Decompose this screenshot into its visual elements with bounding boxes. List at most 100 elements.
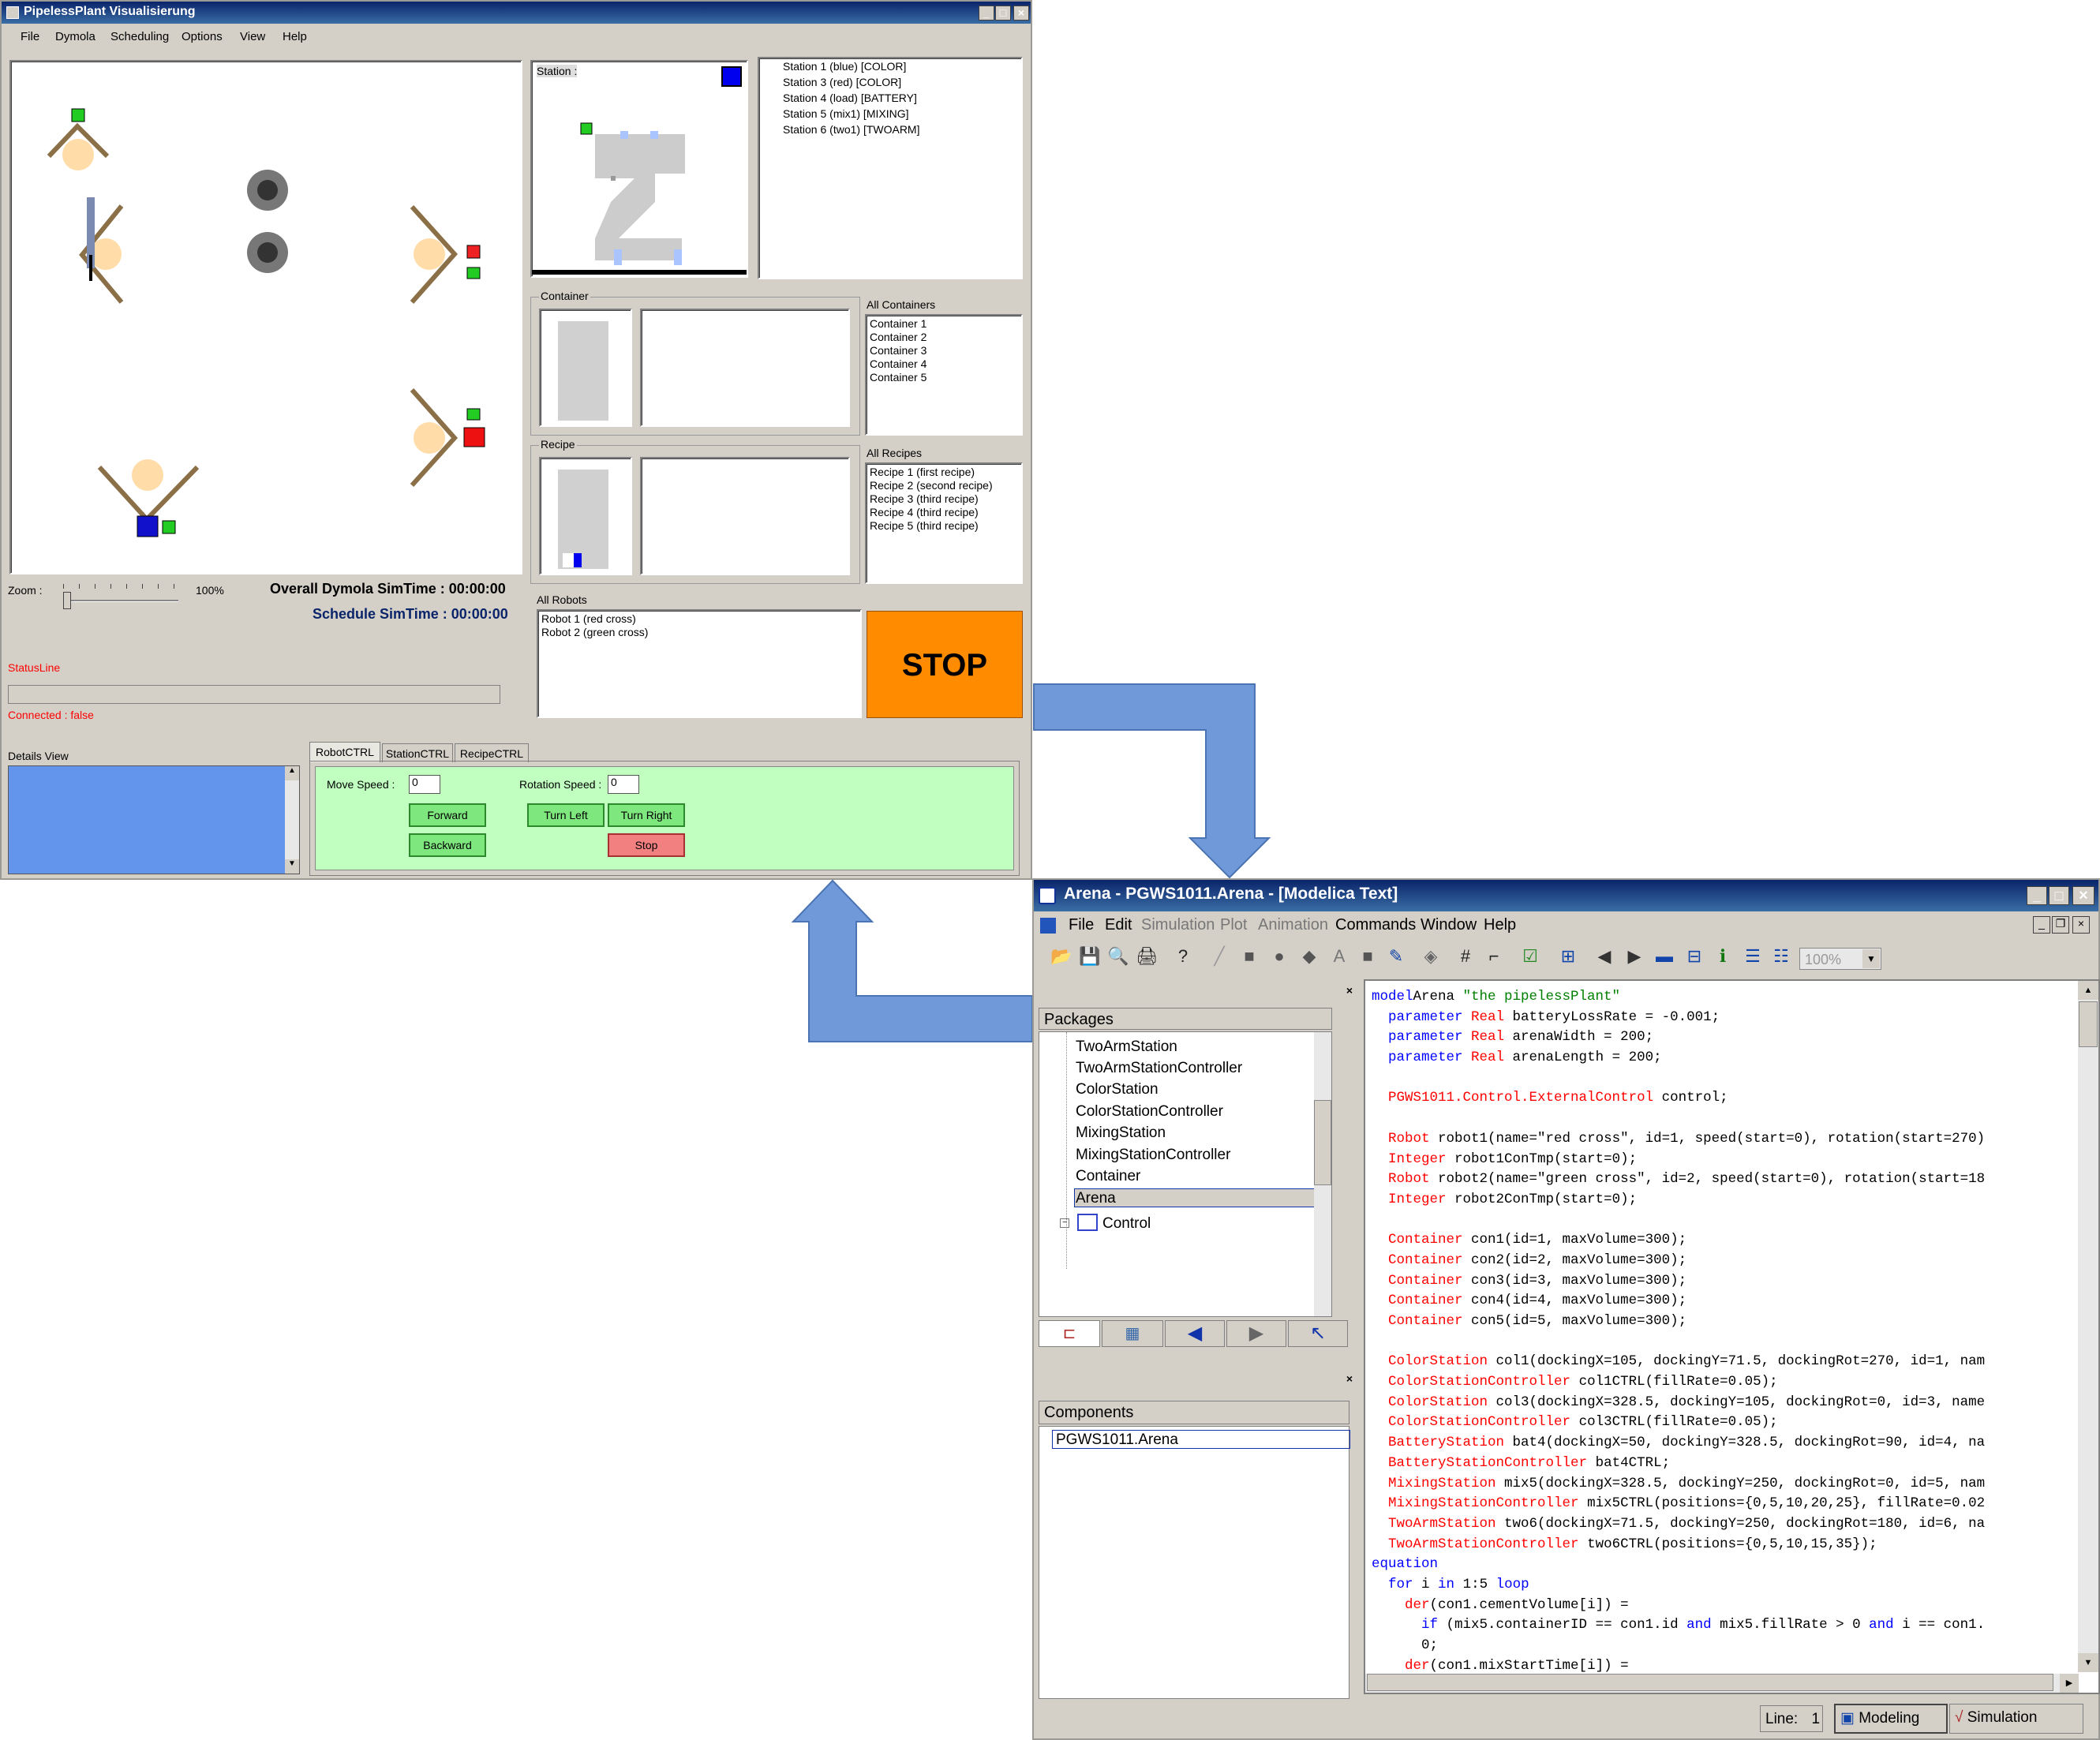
chevron-down-icon[interactable]: ▼ (1862, 949, 1880, 968)
components-pane: × Components PGWS1011.Arena (1037, 1366, 1356, 1701)
close-pane-icon[interactable]: × (1346, 1372, 1353, 1385)
documentation-icon[interactable]: ☷ (1768, 943, 1795, 970)
grid-icon[interactable]: # (1452, 943, 1479, 970)
tree-item[interactable]: TwoArmStationController (1076, 1060, 1242, 1077)
modeling-mode-button[interactable]: ▣ Modeling (1834, 1704, 1948, 1734)
print-icon[interactable]: 🖨 (1133, 943, 1160, 970)
code-token: ColorStation (1388, 1353, 1488, 1370)
up-icon[interactable]: ↖ (1288, 1320, 1348, 1347)
code-token: PGWS1011.Control.ExternalControl (1388, 1090, 1654, 1106)
packages-scrollbar[interactable] (1314, 1032, 1331, 1316)
code-token: der (1405, 1596, 1430, 1613)
code-line: parameter Real batteryLossRate = -0.001; (1372, 1008, 2069, 1028)
info-icon[interactable]: ℹ (1709, 943, 1736, 970)
code-token: col3(dockingX=328.5, dockingY=105, docki… (1488, 1394, 1986, 1410)
code-line: MixingStationController mix5CTRL(positio… (1372, 1494, 2069, 1514)
diagram-icon[interactable]: ⊞ (1555, 943, 1582, 970)
text-icon[interactable]: A (1326, 943, 1353, 970)
code-line: TwoArmStation two6(dockingX=71.5, dockin… (1372, 1514, 2069, 1535)
minimize-button[interactable]: _ (2027, 886, 2047, 905)
scroll-thumb[interactable] (2079, 1001, 2098, 1047)
menu-window[interactable]: Window (1421, 916, 1477, 934)
menu-file[interactable]: File (1069, 916, 1094, 934)
menu-help[interactable]: Help (1484, 916, 1516, 934)
scroll-down-icon[interactable]: ▼ (2078, 1653, 2098, 1672)
code-token: der (1405, 1657, 1430, 1674)
code-token: mix5.fillRate > 0 (1711, 1617, 1870, 1633)
code-token: TwoArmStation (1388, 1515, 1496, 1532)
mdi-restore-button[interactable]: ❐ (2052, 916, 2069, 934)
scroll-right-icon[interactable]: ▶ (2060, 1674, 2079, 1693)
check-icon[interactable]: ☑ (1517, 943, 1544, 970)
code-line: ColorStation col1(dockingX=105, dockingY… (1372, 1352, 2069, 1372)
dymola-window: Arena - PGWS1011.Arena - [Modelica Text]… (1032, 878, 2100, 1740)
tree-item[interactable]: MixingStationController (1076, 1147, 1230, 1164)
tree-view-icon[interactable]: ⊏ (1039, 1320, 1100, 1347)
line-color-icon[interactable]: ✎ (1383, 943, 1409, 970)
back-icon[interactable]: ◀ (1591, 943, 1618, 970)
forward-icon[interactable]: ▶ (1226, 1320, 1286, 1347)
code-editor[interactable]: modelArena "the pipelessPlant" parameter… (1364, 979, 2100, 1694)
code-token: (con1.cementVolume[i]) = (1429, 1596, 1629, 1613)
scroll-up-icon[interactable]: ▲ (2078, 981, 2098, 1000)
tree-item[interactable]: Control (1102, 1215, 1151, 1233)
menu-plot[interactable]: Plot (1220, 916, 1247, 934)
dymola-title-bar: Arena - PGWS1011.Arena - [Modelica Text]… (1034, 880, 2098, 911)
menu-simulation[interactable]: Simulation (1141, 916, 1215, 934)
editor-vscrollbar[interactable]: ▲ ▼ (2078, 981, 2098, 1672)
code-token: model (1372, 989, 1413, 1005)
code-token: robot1ConTmp(start=0); (1446, 1151, 1638, 1167)
tree-item[interactable]: Arena (1076, 1190, 1116, 1207)
close-pane-icon[interactable]: × (1346, 984, 1353, 997)
connect-mode-icon[interactable]: ⌐ (1480, 943, 1507, 970)
bitmap-icon[interactable]: ■ (1354, 943, 1381, 970)
search-icon[interactable]: 🔍 (1105, 943, 1132, 970)
dymola-menubar: File Edit Simulation Plot Animation Comm… (1034, 915, 2098, 940)
code-token: BatteryStation (1388, 1435, 1505, 1451)
save-icon[interactable]: 💾 (1076, 943, 1103, 970)
close-button[interactable]: × (2072, 886, 2094, 905)
components-tree[interactable]: PGWS1011.Arena (1039, 1426, 1350, 1699)
tree-collapse-icon[interactable]: − (1060, 1218, 1069, 1228)
tree-item[interactable]: Container (1076, 1168, 1140, 1185)
modelica-code[interactable]: modelArena "the pipelessPlant" parameter… (1372, 987, 2069, 1674)
tree-item[interactable]: TwoArmStation (1076, 1038, 1177, 1056)
library-grid-icon[interactable]: ▦ (1102, 1320, 1163, 1347)
component-icon[interactable]: ▬ (1651, 943, 1678, 970)
polygon-icon[interactable]: ◆ (1296, 943, 1323, 970)
mdi-close-button[interactable]: × (2072, 916, 2090, 934)
fill-color-icon[interactable]: ◈ (1417, 943, 1444, 970)
tree-item[interactable]: ColorStation (1076, 1081, 1159, 1098)
code-line: Container con5(id=5, maxVolume=300); (1372, 1312, 2069, 1332)
text-layer-icon[interactable]: ☰ (1739, 943, 1766, 970)
code-line: Container con1(id=1, maxVolume=300); (1372, 1230, 2069, 1251)
code-line: Container con4(id=4, maxVolume=300); (1372, 1291, 2069, 1312)
diagram-layer-icon[interactable]: ⊟ (1681, 943, 1708, 970)
help-icon[interactable]: ? (1170, 943, 1196, 970)
maximize-button[interactable]: □ (2049, 886, 2069, 905)
menu-animation[interactable]: Animation (1258, 916, 1328, 934)
forward-icon[interactable]: ▶ (1621, 943, 1648, 970)
packages-pane: × Packages TwoArmStation TwoArmStationCo… (1037, 979, 1356, 1363)
open-icon[interactable]: 📂 (1048, 943, 1075, 970)
simulation-mode-button[interactable]: √ Simulation (1949, 1704, 2083, 1734)
editor-hscrollbar[interactable]: ▶ (1365, 1674, 2079, 1693)
line-value: 1 (1811, 1711, 1821, 1727)
back-icon[interactable]: ◀ (1165, 1320, 1225, 1347)
tree-item[interactable]: MixingStation (1076, 1124, 1166, 1142)
tree-item[interactable]: ColorStationController (1076, 1103, 1223, 1121)
ellipse-icon[interactable]: ● (1266, 943, 1293, 970)
menu-commands[interactable]: Commands (1335, 916, 1416, 934)
rectangle-icon[interactable]: ■ (1236, 943, 1263, 970)
code-token: ColorStation (1388, 1394, 1488, 1410)
component-item[interactable]: PGWS1011.Arena (1052, 1430, 1350, 1449)
packages-tree[interactable]: TwoArmStation TwoArmStationController Co… (1039, 1031, 1332, 1317)
mdi-minimize-button[interactable]: _ (2033, 916, 2050, 934)
line-icon[interactable]: ╱ (1206, 943, 1233, 970)
code-token: in (1438, 1576, 1455, 1592)
menu-edit[interactable]: Edit (1105, 916, 1132, 934)
code-line: if (mix5.containerID == con1.id and mix5… (1372, 1615, 2069, 1636)
